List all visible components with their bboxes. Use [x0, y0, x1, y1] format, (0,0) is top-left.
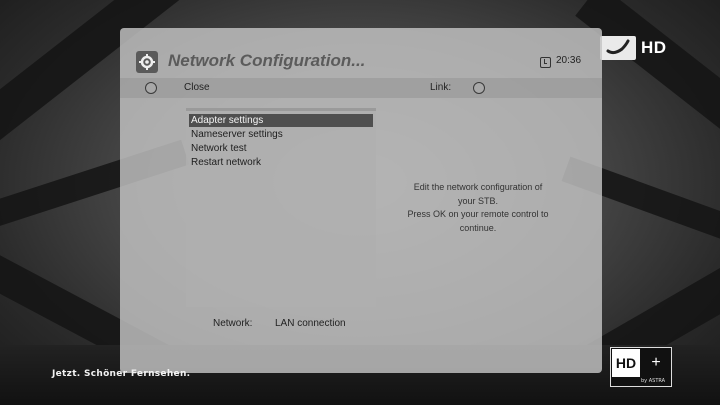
menu-list: Adapter settings Nameserver settings Net… — [186, 108, 376, 307]
help-line: your STB. — [457, 195, 498, 206]
help-line: Press OK on your remote control to — [407, 209, 549, 219]
link-status-icon — [473, 82, 485, 94]
hdplus-plus-text: + — [651, 354, 661, 371]
help-line: continue. — [459, 222, 497, 233]
button-bar: Close Link: — [120, 78, 602, 98]
help-line: Edit the network configuration of — [413, 182, 543, 192]
menu-item-nameserver-settings[interactable]: Nameserver settings — [189, 128, 373, 141]
menu-item-network-test[interactable]: Network test — [189, 142, 373, 155]
channel-logo-icon — [600, 36, 636, 60]
help-description: Edit the network configuration of your S… — [390, 181, 566, 235]
close-button[interactable]: Close — [184, 82, 210, 93]
menu-item-adapter-settings[interactable]: Adapter settings — [189, 114, 373, 127]
dialog-title-bar: Network Configuration... 20:36 — [120, 48, 602, 78]
clock-time: 20:36 — [556, 55, 582, 66]
close-button-icon[interactable] — [145, 82, 157, 94]
settings-gear-icon — [136, 51, 158, 73]
link-label: Link: — [430, 82, 452, 93]
broadcast-slogan: Jetzt. Schöner Fernsehen. — [52, 369, 191, 379]
hdplus-sub-text: by ASTRA — [641, 378, 666, 384]
network-value: LAN connection — [275, 318, 346, 329]
network-config-dialog: Network Configuration... 20:36 Close Lin… — [120, 28, 602, 373]
network-label: Network: — [213, 318, 253, 329]
hdplus-logo: HD + by ASTRA — [610, 347, 672, 387]
channel-hd-label: HD — [641, 38, 667, 57]
dialog-title: Network Configuration... — [168, 51, 366, 70]
menu-item-restart-network[interactable]: Restart network — [189, 156, 373, 169]
clock-icon — [540, 57, 551, 68]
hdplus-hd-text: HD — [612, 349, 640, 377]
